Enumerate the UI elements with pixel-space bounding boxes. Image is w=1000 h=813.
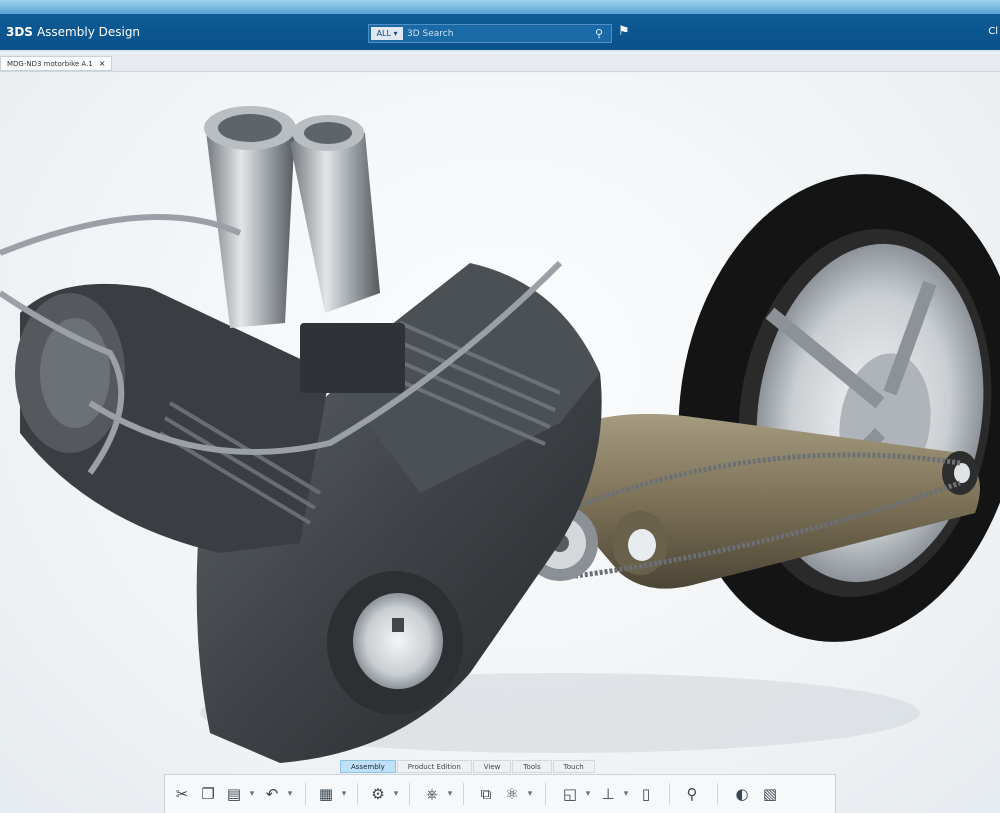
app-name: Assembly Design xyxy=(36,25,141,39)
brand-logo: 3DS xyxy=(6,25,33,39)
compass-icon[interactable]: ⊥ xyxy=(597,783,619,805)
hide-show-icon[interactable]: ◐ xyxy=(731,783,753,805)
paste-icon[interactable]: ▤ xyxy=(223,783,245,805)
snap-dropdown-icon[interactable]: ▾ xyxy=(445,783,455,805)
tab-assembly[interactable]: Assembly xyxy=(340,760,396,773)
clash-icon[interactable]: ⚛ xyxy=(501,783,523,805)
constraint-icon[interactable]: ⚙ xyxy=(367,783,389,805)
document-tab-strip: MDG-ND3 motorbike A.1 × xyxy=(0,54,1000,72)
toolbar-separator xyxy=(357,783,358,805)
action-toolbar: ✂ ❐ ▤ ▾ ↶ ▾ ▦ ▾ ⚙ ▾ ⎈ ▾ ⧉ ⚛ ▾ ◱ ▾ ⊥ ▾ ▯ … xyxy=(164,774,836,813)
search-scope-dropdown[interactable]: ALL ▾ xyxy=(371,27,403,40)
product-insert-dropdown-icon[interactable]: ▾ xyxy=(339,783,349,805)
search-box: ALL ▾ ⚲ xyxy=(368,24,612,43)
toolbar-separator xyxy=(463,783,464,805)
copy-icon[interactable]: ❐ xyxy=(197,783,219,805)
tab-touch[interactable]: Touch xyxy=(552,760,595,773)
tab-tools[interactable]: Tools xyxy=(512,760,552,773)
search-icon[interactable]: ⚲ xyxy=(595,27,603,40)
top-bar: 3DSAssembly Design ALL ▾ ⚲ ⚑ Cl xyxy=(0,0,1000,52)
cut-icon[interactable]: ✂ xyxy=(171,783,193,805)
document-tab-label: MDG-ND3 motorbike A.1 xyxy=(7,60,93,68)
document-tab[interactable]: MDG-ND3 motorbike A.1 × xyxy=(0,56,113,71)
zoom-icon[interactable]: ⚲ xyxy=(681,783,703,805)
topbar-right-label[interactable]: Cl xyxy=(988,26,998,37)
toolbar-separator xyxy=(717,783,718,805)
search-input[interactable] xyxy=(407,26,587,41)
toolbar-separator xyxy=(305,783,306,805)
measure-dropdown-icon[interactable]: ▾ xyxy=(583,783,593,805)
action-bar-tabs: Assembly Product Edition View Tools Touc… xyxy=(340,760,596,773)
snap-icon[interactable]: ⎈ xyxy=(421,783,443,805)
compass-dropdown-icon[interactable]: ▾ xyxy=(621,783,631,805)
close-icon[interactable]: × xyxy=(99,59,106,68)
tag-icon[interactable]: ⚑ xyxy=(618,24,630,39)
annotation-icon[interactable]: ▯ xyxy=(635,783,657,805)
tab-product-edition[interactable]: Product Edition xyxy=(396,760,472,773)
tab-view[interactable]: View xyxy=(472,760,512,773)
properties-icon[interactable]: ▧ xyxy=(759,783,781,805)
app-title: 3DS Assembly Design xyxy=(6,25,140,39)
toolbar-separator xyxy=(669,783,670,805)
paste-dropdown-icon[interactable]: ▾ xyxy=(247,783,257,805)
undo-dropdown-icon[interactable]: ▾ xyxy=(285,783,295,805)
toolbar-separator xyxy=(545,783,546,805)
3d-viewport[interactable] xyxy=(0,73,1000,813)
measure-icon[interactable]: ◱ xyxy=(559,783,581,805)
clash-dropdown-icon[interactable]: ▾ xyxy=(525,783,535,805)
product-insert-icon[interactable]: ▦ xyxy=(315,783,337,805)
motorbike-model-render[interactable] xyxy=(0,73,1000,813)
constraint-dropdown-icon[interactable]: ▾ xyxy=(391,783,401,805)
explode-icon[interactable]: ⧉ xyxy=(475,783,497,805)
toolbar-separator xyxy=(409,783,410,805)
undo-icon[interactable]: ↶ xyxy=(261,783,283,805)
